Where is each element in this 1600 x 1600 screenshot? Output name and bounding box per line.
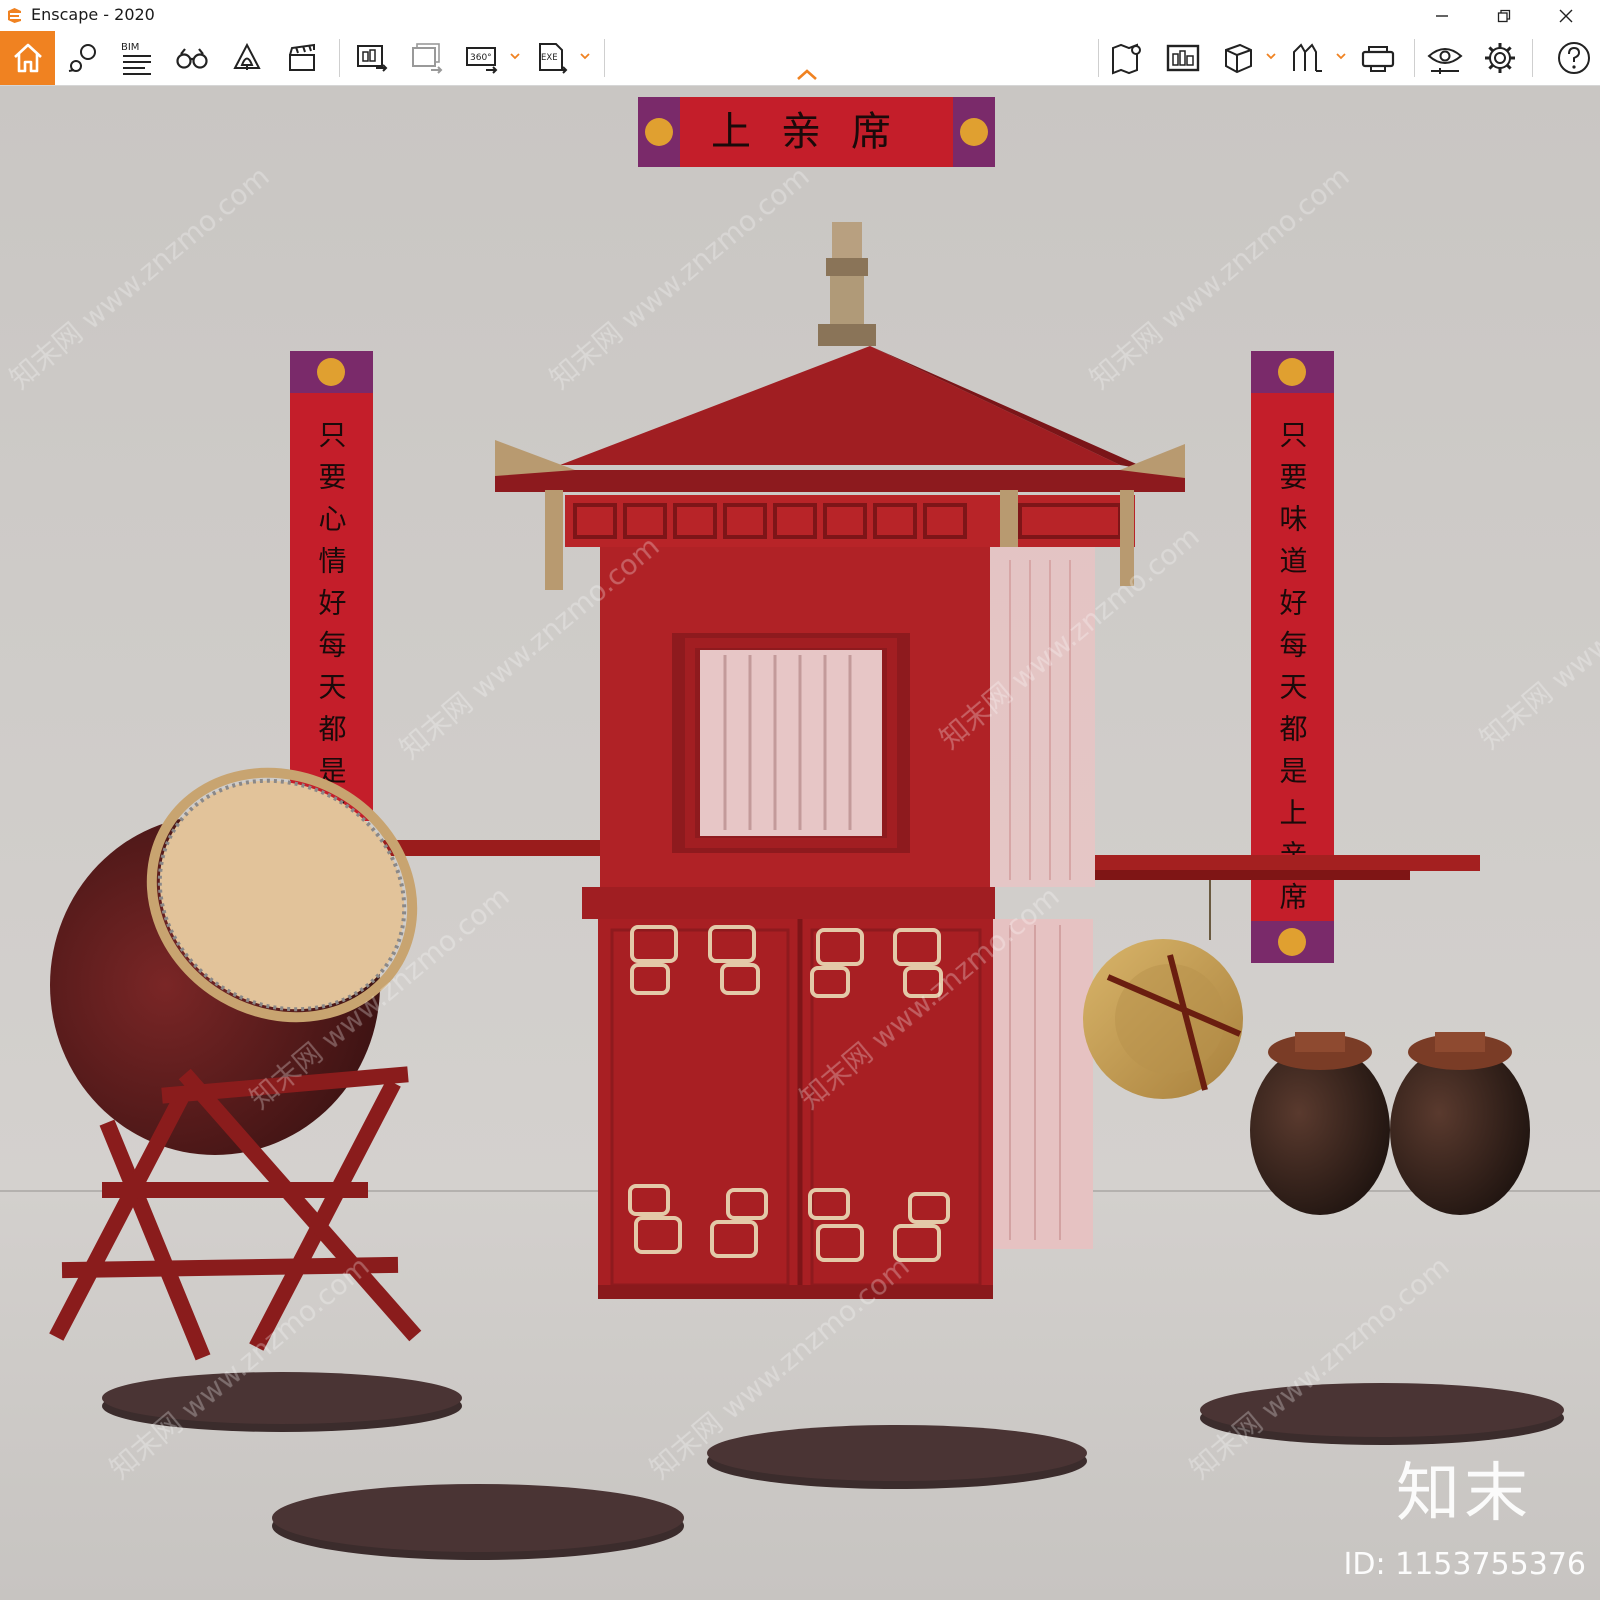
batch-render-icon xyxy=(412,43,443,74)
watermark-brand: 知末 xyxy=(1396,1457,1532,1531)
batch-render-button[interactable] xyxy=(405,36,449,80)
home-icon xyxy=(13,43,42,73)
left-couplet: 只要心情好每天都是好 xyxy=(290,351,373,840)
video-editor-button[interactable] xyxy=(280,36,324,80)
asset-library-button[interactable] xyxy=(1161,36,1205,80)
scene-render: 上亲席 只要心情好每天都是好 只要味道好每天都是上亲席 知末网 www.znzm… xyxy=(0,86,1600,1600)
cube-button[interactable] xyxy=(1216,36,1260,80)
cube-dropdown-chevron-icon[interactable] xyxy=(1264,49,1278,63)
views-pin-icon xyxy=(68,44,96,72)
enscape-logo-icon xyxy=(8,8,21,23)
toolbar-separator xyxy=(1414,39,1415,77)
restore-button[interactable] xyxy=(1474,0,1534,31)
render-viewport[interactable]: 上亲席 只要心情好每天都是好 只要味道好每天都是上亲席 知末网 www.znzm… xyxy=(0,86,1600,1600)
title-bar: Enscape - 2020 xyxy=(0,0,1600,31)
exe-dropdown-chevron-icon[interactable] xyxy=(578,49,592,63)
top-banner: 上亲席 xyxy=(638,97,995,167)
minimize-button[interactable] xyxy=(1412,0,1472,31)
exe-export-icon: EXE xyxy=(539,43,568,74)
map-pin-icon xyxy=(1112,43,1141,75)
toolbar-separator xyxy=(604,39,605,77)
panorama-dropdown-chevron-icon[interactable] xyxy=(508,49,522,63)
bim-label: BIM xyxy=(121,42,139,53)
eye-settings-icon xyxy=(1427,48,1463,74)
asset-library-icon xyxy=(1166,44,1200,72)
panorama-label: 360° xyxy=(470,53,492,63)
close-button[interactable] xyxy=(1536,0,1596,31)
toolbar-separator xyxy=(339,39,340,77)
binoculars-icon xyxy=(176,48,208,69)
left-couplet-text: 只要心情好每天都是好 xyxy=(315,420,348,840)
atmosphere-bell-icon xyxy=(233,42,261,70)
minimize-icon xyxy=(1436,14,1448,17)
map-button[interactable] xyxy=(1106,36,1150,80)
banner-text: 上亲席 xyxy=(711,109,921,155)
toolbar-separator xyxy=(1532,39,1533,77)
panorama-360-icon: 360° xyxy=(466,47,498,74)
gear-icon xyxy=(1485,43,1515,73)
visual-settings-button[interactable] xyxy=(1423,36,1467,80)
screenshot-export-icon xyxy=(357,45,388,72)
vr-headset-button[interactable] xyxy=(1356,36,1400,80)
atmosphere-button[interactable] xyxy=(225,36,269,80)
close-icon xyxy=(1559,9,1573,22)
exe-export-button[interactable]: EXE xyxy=(530,36,574,80)
clapperboard-icon xyxy=(289,43,315,71)
walk-mode-icon xyxy=(1293,43,1322,72)
right-couplet-text: 只要味道好每天都是上亲席 xyxy=(1276,420,1309,924)
help-button[interactable] xyxy=(1552,36,1596,80)
settings-button[interactable] xyxy=(1478,36,1522,80)
exe-label: EXE xyxy=(541,53,558,63)
walk-mode-button[interactable] xyxy=(1286,36,1330,80)
screenshot-button[interactable] xyxy=(350,36,394,80)
restore-icon xyxy=(1497,9,1511,22)
binoculars-button[interactable] xyxy=(170,36,214,80)
home-button[interactable] xyxy=(0,31,55,85)
panorama-button[interactable]: 360° xyxy=(460,36,504,80)
help-question-icon xyxy=(1558,42,1590,74)
walk-dropdown-chevron-icon[interactable] xyxy=(1334,49,1348,63)
cube-icon xyxy=(1225,43,1252,74)
vr-headset-icon xyxy=(1361,46,1395,72)
bim-button[interactable]: BIM xyxy=(115,36,159,80)
watermark-asset-id: ID: 1153755376 xyxy=(1343,1547,1586,1582)
toolbar-separator xyxy=(1098,39,1099,77)
bim-list-icon: BIM xyxy=(121,42,151,75)
views-button[interactable] xyxy=(60,36,104,80)
collapse-toolbar-chevron-icon[interactable] xyxy=(796,67,818,81)
window-title: Enscape - 2020 xyxy=(31,5,155,24)
